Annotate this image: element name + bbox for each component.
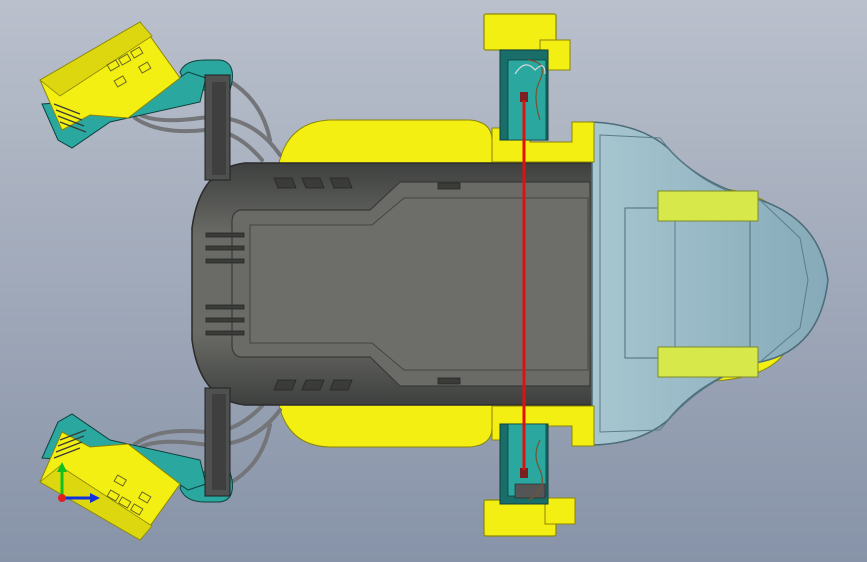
yellow-pod-bottom (277, 399, 493, 448)
cad-model-view[interactable] (0, 0, 867, 562)
axle-cylinder-top (657, 190, 759, 222)
axle-cylinder-bottom (657, 346, 759, 378)
cad-viewport[interactable] (0, 0, 867, 562)
yellow-pod-top (277, 119, 493, 169)
